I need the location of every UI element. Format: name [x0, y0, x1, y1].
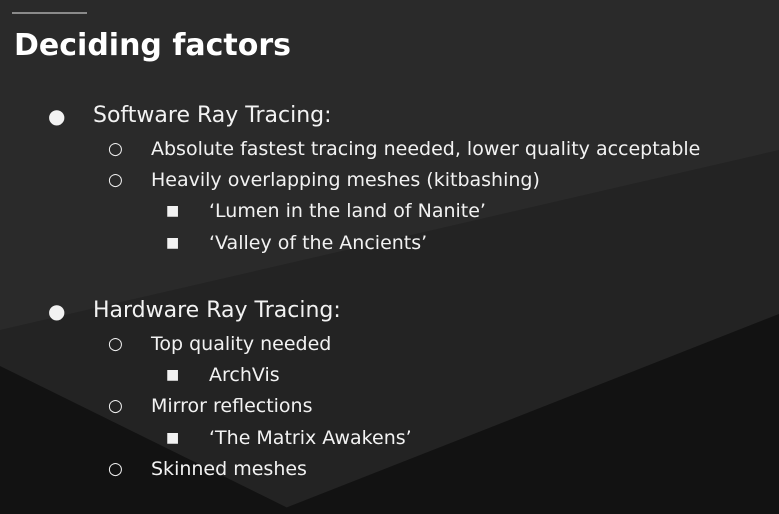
- circle-bullet: ○: [108, 396, 123, 416]
- sub-list-item-text: ArchVis: [209, 364, 280, 386]
- section-heading-text: Software Ray Tracing:: [93, 103, 332, 128]
- disc-bullet: ●: [48, 299, 66, 323]
- square-bullet: ■: [166, 367, 180, 383]
- background-dark-triangle: [270, 314, 779, 514]
- square-bullet: ■: [166, 430, 180, 446]
- sub-list-item-text: ‘Lumen in the land of Nanite’: [209, 200, 486, 222]
- square-bullet: ■: [166, 203, 180, 219]
- slide: Deciding factors ● Software Ray Tracing:…: [0, 0, 779, 514]
- circle-bullet: ○: [108, 459, 123, 479]
- list-item-text: Mirror reflections: [151, 395, 313, 417]
- sub-list-item-text: ‘Valley of the Ancients’: [209, 232, 428, 254]
- section-heading-text: Hardware Ray Tracing:: [93, 298, 341, 323]
- disc-bullet: ●: [48, 104, 66, 128]
- circle-bullet: ○: [108, 334, 123, 354]
- list-item-text: Heavily overlapping meshes (kitbashing): [151, 169, 540, 191]
- list-item-text: Top quality needed: [151, 333, 332, 355]
- slide-title: Deciding factors: [14, 28, 292, 63]
- circle-bullet: ○: [108, 139, 123, 159]
- circle-bullet: ○: [108, 170, 123, 190]
- sub-list-item-text: ‘The Matrix Awakens’: [209, 427, 412, 449]
- title-underline: [12, 12, 87, 14]
- list-item-text: Skinned meshes: [151, 458, 307, 480]
- list-item-text: Absolute fastest tracing needed, lower q…: [151, 138, 701, 160]
- square-bullet: ■: [166, 235, 180, 251]
